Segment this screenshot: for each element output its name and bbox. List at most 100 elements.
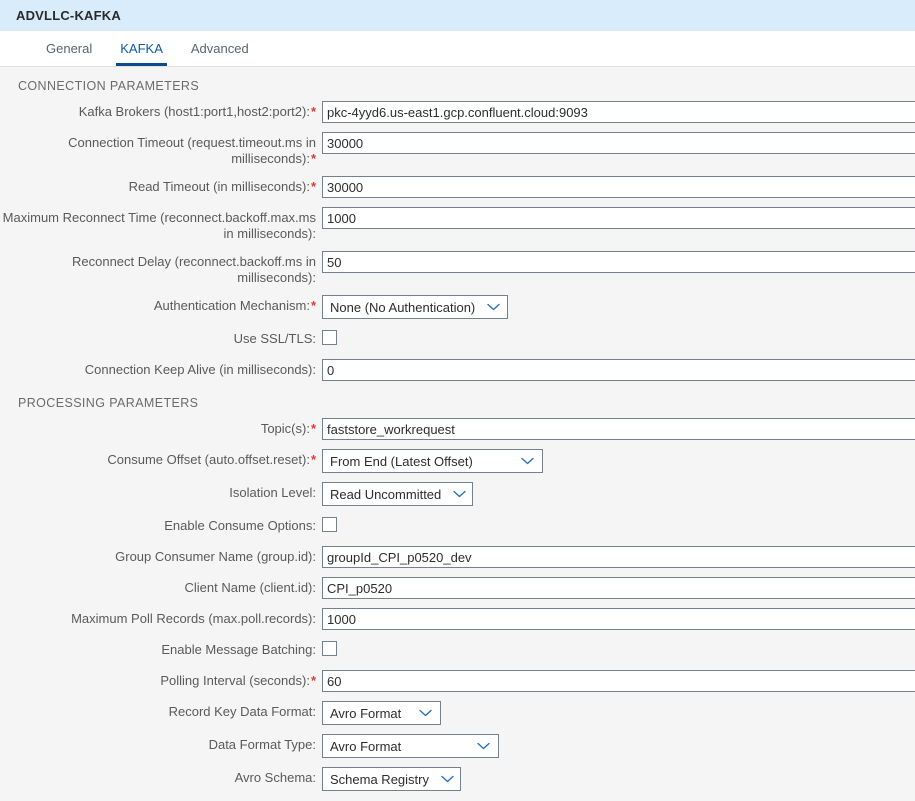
form-row: Polling Interval (seconds):* <box>0 670 915 692</box>
input-read-timeout-in-milliseconds[interactable] <box>322 176 915 198</box>
tab-label: Advanced <box>190 41 249 56</box>
input-maximum-poll-records-max-poll-records[interactable] <box>322 608 915 630</box>
form-row: Use SSL/TLS: <box>0 328 915 350</box>
input-kafka-brokers-host1-port1-host2-port2[interactable] <box>322 101 915 123</box>
checkbox-enable-consume-options[interactable] <box>322 517 337 532</box>
tab-label: KAFKA <box>120 41 163 56</box>
input-group-consumer-name-group-id[interactable] <box>322 546 915 568</box>
label-text: Connection Keep Alive (in milliseconds): <box>84 362 316 377</box>
select-consume-offset-auto-offset-reset[interactable]: From End (Latest Offset) <box>322 449 543 473</box>
required-asterisk: * <box>310 298 316 313</box>
form-row: Enable Consume Options: <box>0 515 915 537</box>
field-control <box>322 101 915 123</box>
select-value: None (No Authentication) <box>330 299 476 315</box>
select-authentication-mechanism[interactable]: None (No Authentication) <box>322 295 508 319</box>
tab-general[interactable]: General <box>32 31 106 66</box>
form-row: Isolation Level: Read Uncommitted <box>0 482 915 506</box>
label-text: Authentication Mechanism: <box>153 298 310 313</box>
chevron-down-icon <box>441 775 454 783</box>
field-label-reconnect-delay-reconnect-backoff-ms-in-millis: Reconnect Delay (reconnect.backoff.ms in… <box>0 251 316 286</box>
required-asterisk: * <box>310 179 316 194</box>
section-header-connection-parameters: CONNECTION PARAMETERS <box>18 79 200 93</box>
label-text: Enable Message Batching: <box>161 642 316 657</box>
label-text: Avro Schema: <box>234 770 316 785</box>
select-isolation-level[interactable]: Read Uncommitted <box>322 482 473 506</box>
label-text: Client Name (client.id): <box>184 580 317 595</box>
required-asterisk: * <box>310 673 316 688</box>
field-label-maximum-poll-records-max-poll-records: Maximum Poll Records (max.poll.records): <box>0 608 316 627</box>
label-text: Isolation Level: <box>229 485 316 500</box>
field-control: Schema Registry <box>322 767 461 791</box>
field-label-kafka-brokers-host1-port1-host2-port2: Kafka Brokers (host1:port1,host2:port2):… <box>0 101 316 120</box>
configuration-form: CONNECTION PARAMETERS Kafka Brokers (host… <box>0 67 915 791</box>
label-text: Maximum Reconnect Time (reconnect.backof… <box>2 210 316 241</box>
window-title-bar: ADVLLC-KAFKA <box>0 0 915 31</box>
field-label-read-timeout-in-milliseconds: Read Timeout (in milliseconds):* <box>0 176 316 195</box>
field-control <box>322 132 915 154</box>
field-control: None (No Authentication) <box>322 295 508 319</box>
label-text: Group Consumer Name (group.id): <box>115 549 316 564</box>
field-control <box>322 251 915 273</box>
field-control <box>322 577 915 599</box>
tab-kafka[interactable]: KAFKA <box>106 31 177 66</box>
field-label-group-consumer-name-group-id: Group Consumer Name (group.id): <box>0 546 316 565</box>
label-text: Record Key Data Format: <box>168 704 316 719</box>
field-control <box>322 608 915 630</box>
tab-advanced[interactable]: Advanced <box>177 31 263 66</box>
label-text: Read Timeout (in milliseconds): <box>128 179 310 194</box>
label-text: Reconnect Delay (reconnect.backoff.ms in… <box>72 254 316 285</box>
select-value: Schema Registry <box>330 771 429 787</box>
required-asterisk: * <box>310 421 316 436</box>
form-row: Data Format Type: Avro Format <box>0 734 915 758</box>
input-reconnect-delay-reconnect-backoff-ms-in-millis[interactable] <box>322 251 915 273</box>
form-row: Maximum Poll Records (max.poll.records): <box>0 608 915 630</box>
checkbox-enable-message-batching[interactable] <box>322 641 337 656</box>
form-row: Group Consumer Name (group.id): <box>0 546 915 568</box>
chevron-down-icon <box>453 490 466 498</box>
input-client-name-client-id[interactable] <box>322 577 915 599</box>
form-row: Connection Keep Alive (in milliseconds): <box>0 359 915 381</box>
label-text: Enable Consume Options: <box>164 518 316 533</box>
field-label-enable-message-batching: Enable Message Batching: <box>0 639 316 658</box>
field-control <box>322 515 337 532</box>
label-text: Data Format Type: <box>208 737 316 752</box>
field-control <box>322 328 337 345</box>
input-connection-keep-alive-in-milliseconds[interactable] <box>322 359 915 381</box>
field-label-client-name-client-id: Client Name (client.id): <box>0 577 317 596</box>
field-control <box>322 670 915 692</box>
label-text: Topic(s): <box>260 421 310 436</box>
field-control <box>322 359 915 381</box>
field-control: Avro Format <box>322 701 441 725</box>
select-record-key-data-format[interactable]: Avro Format <box>322 701 441 725</box>
input-maximum-reconnect-time-reconnect-backoff-max-m[interactable] <box>322 207 915 229</box>
form-row: Maximum Reconnect Time (reconnect.backof… <box>0 207 915 242</box>
label-text: Kafka Brokers (host1:port1,host2:port2): <box>78 104 310 119</box>
field-label-connection-keep-alive-in-milliseconds: Connection Keep Alive (in milliseconds): <box>0 359 316 378</box>
field-label-data-format-type: Data Format Type: <box>0 734 316 753</box>
label-text: Connection Timeout (request.timeout.ms i… <box>68 135 316 166</box>
form-row: Avro Schema: Schema Registry <box>0 767 915 791</box>
form-row: Connection Timeout (request.timeout.ms i… <box>0 132 915 167</box>
field-label-record-key-data-format: Record Key Data Format: <box>0 701 316 720</box>
checkbox-use-ssl-tls[interactable] <box>322 330 337 345</box>
field-label-topic-s: Topic(s):* <box>0 418 316 437</box>
field-control: Read Uncommitted <box>322 482 473 506</box>
field-label-use-ssl-tls: Use SSL/TLS: <box>0 328 316 347</box>
field-label-polling-interval-seconds: Polling Interval (seconds):* <box>0 670 316 689</box>
required-asterisk: * <box>310 151 316 166</box>
input-topic-s[interactable] <box>322 418 915 440</box>
tab-bar: General KAFKA Advanced <box>0 31 915 67</box>
chevron-down-icon <box>477 742 490 750</box>
input-connection-timeout-request-timeout-ms-in-milli[interactable] <box>322 132 915 154</box>
required-asterisk: * <box>310 452 316 467</box>
select-avro-schema[interactable]: Schema Registry <box>322 767 461 791</box>
select-data-format-type[interactable]: Avro Format <box>322 734 499 758</box>
form-row: Enable Message Batching: <box>0 639 915 661</box>
page-title: ADVLLC-KAFKA <box>16 8 121 23</box>
form-row: Authentication Mechanism:* None (No Authe… <box>0 295 915 319</box>
required-asterisk: * <box>310 104 316 119</box>
field-label-maximum-reconnect-time-reconnect-backoff-max-m: Maximum Reconnect Time (reconnect.backof… <box>0 207 316 242</box>
input-polling-interval-seconds[interactable] <box>322 670 915 692</box>
field-label-enable-consume-options: Enable Consume Options: <box>0 515 316 534</box>
field-label-connection-timeout-request-timeout-ms-in-milli: Connection Timeout (request.timeout.ms i… <box>0 132 316 167</box>
